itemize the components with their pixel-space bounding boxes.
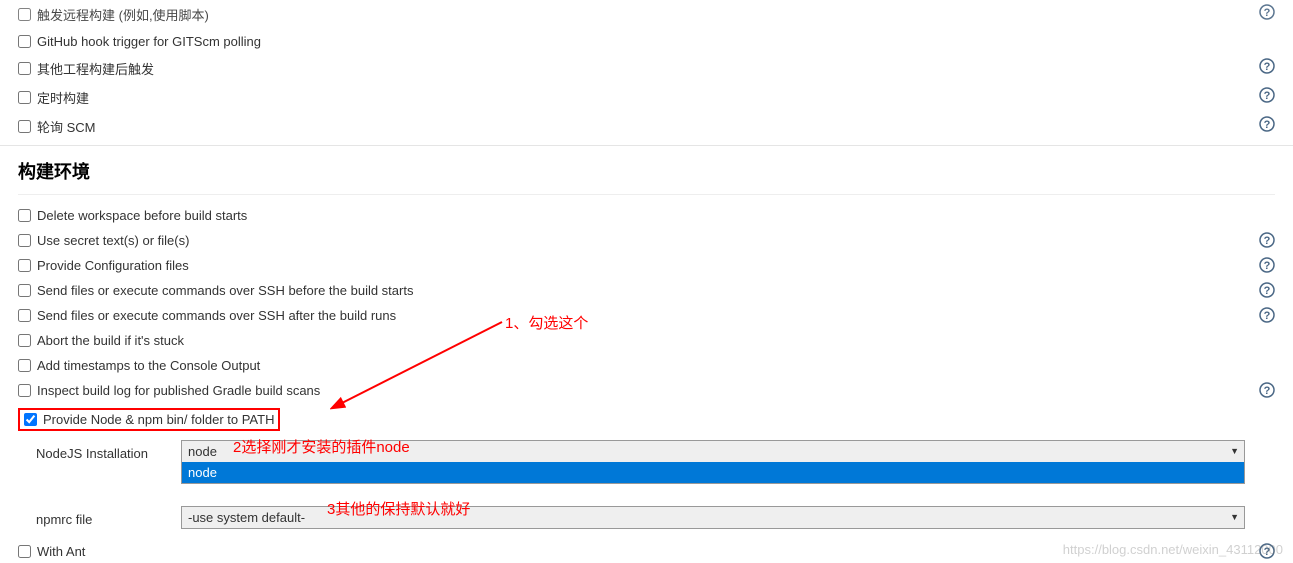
svg-text:?: ?: [1264, 235, 1271, 247]
section-title-build-env: 构建环境: [18, 146, 1275, 195]
npmrc-row: npmrc file -use system default-: [18, 502, 1275, 533]
github-hook-checkbox[interactable]: [18, 35, 31, 48]
svg-text:?: ?: [1264, 119, 1271, 131]
help-icon[interactable]: ?: [1259, 58, 1275, 74]
provide-config-checkbox[interactable]: [18, 259, 31, 272]
trigger-remote-checkbox[interactable]: [18, 8, 31, 21]
npmrc-select[interactable]: -use system default-: [181, 506, 1245, 529]
option-label: Abort the build if it's stuck: [37, 333, 184, 348]
help-icon[interactable]: ?: [1259, 307, 1275, 323]
option-row: Provide Configuration files ?: [18, 253, 1275, 278]
option-label: Inspect build log for published Gradle b…: [37, 383, 320, 398]
option-label: 轮询 SCM: [37, 117, 96, 136]
option-row: Add timestamps to the Console Output: [18, 353, 1275, 378]
svg-text:?: ?: [1264, 7, 1271, 19]
nodejs-select-option[interactable]: node: [182, 462, 1244, 483]
option-label: 触发远程构建 (例如,使用脚本): [37, 5, 209, 24]
help-icon[interactable]: ?: [1259, 282, 1275, 298]
nodejs-installation-control: node node: [181, 440, 1245, 484]
help-icon[interactable]: ?: [1259, 87, 1275, 103]
svg-text:?: ?: [1264, 310, 1271, 322]
option-row: 轮询 SCM ?: [18, 112, 1275, 141]
help-icon[interactable]: ?: [1259, 4, 1275, 20]
option-label: Delete workspace before build starts: [37, 208, 247, 223]
svg-text:?: ?: [1264, 90, 1271, 102]
cron-build-checkbox[interactable]: [18, 91, 31, 104]
option-row: Inspect build log for published Gradle b…: [18, 378, 1275, 403]
nodejs-select[interactable]: node node: [181, 440, 1245, 484]
triggers-section: 触发远程构建 (例如,使用脚本) ? GitHub hook trigger f…: [0, 0, 1293, 141]
option-row: Send files or execute commands over SSH …: [18, 278, 1275, 303]
option-row-provide-node: Provide Node & npm bin/ folder to PATH: [18, 403, 1275, 436]
option-label: With Ant: [37, 544, 85, 559]
option-label: Provide Node & npm bin/ folder to PATH: [43, 412, 274, 427]
with-ant-checkbox[interactable]: [18, 545, 31, 558]
help-icon[interactable]: ?: [1259, 257, 1275, 273]
watermark: https://blog.csdn.net/weixin_43112000: [1063, 542, 1283, 557]
option-row: 触发远程构建 (例如,使用脚本) ?: [18, 0, 1275, 29]
ssh-after-checkbox[interactable]: [18, 309, 31, 322]
nodejs-installation-row: NodeJS Installation node node: [18, 436, 1275, 488]
nodejs-installation-label: NodeJS Installation: [36, 440, 181, 461]
build-env-section: 构建环境 Delete workspace before build start…: [0, 146, 1293, 563]
svg-text:?: ?: [1264, 385, 1271, 397]
abort-stuck-checkbox[interactable]: [18, 334, 31, 347]
option-label: Add timestamps to the Console Output: [37, 358, 260, 373]
svg-text:?: ?: [1264, 61, 1271, 73]
ssh-before-checkbox[interactable]: [18, 284, 31, 297]
npmrc-control: -use system default-: [181, 506, 1245, 529]
option-label: Use secret text(s) or file(s): [37, 233, 189, 248]
timestamps-checkbox[interactable]: [18, 359, 31, 372]
option-row: Delete workspace before build starts: [18, 203, 1275, 228]
poll-scm-checkbox[interactable]: [18, 120, 31, 133]
npmrc-select-wrap: -use system default-: [181, 506, 1245, 529]
option-label: Send files or execute commands over SSH …: [37, 283, 413, 298]
highlight-box: Provide Node & npm bin/ folder to PATH: [18, 408, 280, 431]
option-row: GitHub hook trigger for GITScm polling: [18, 29, 1275, 54]
delete-workspace-checkbox[interactable]: [18, 209, 31, 222]
option-label: 其他工程构建后触发: [37, 59, 154, 78]
after-other-build-checkbox[interactable]: [18, 62, 31, 75]
svg-text:?: ?: [1264, 285, 1271, 297]
gradle-scans-checkbox[interactable]: [18, 384, 31, 397]
page-container: 触发远程构建 (例如,使用脚本) ? GitHub hook trigger f…: [0, 0, 1293, 563]
option-label: Send files or execute commands over SSH …: [37, 308, 396, 323]
help-icon[interactable]: ?: [1259, 232, 1275, 248]
option-row: Use secret text(s) or file(s) ?: [18, 228, 1275, 253]
nodejs-select-current: node: [182, 441, 1244, 462]
option-row: Send files or execute commands over SSH …: [18, 303, 1275, 328]
option-row: 其他工程构建后触发 ?: [18, 54, 1275, 83]
option-label: Provide Configuration files: [37, 258, 189, 273]
svg-text:?: ?: [1264, 260, 1271, 272]
help-icon[interactable]: ?: [1259, 382, 1275, 398]
option-label: GitHub hook trigger for GITScm polling: [37, 34, 261, 49]
npmrc-label: npmrc file: [36, 506, 181, 527]
nodejs-select-wrap: node node: [181, 440, 1245, 484]
option-row: Abort the build if it's stuck: [18, 328, 1275, 353]
help-icon[interactable]: ?: [1259, 116, 1275, 132]
option-row: 定时构建 ?: [18, 83, 1275, 112]
use-secret-checkbox[interactable]: [18, 234, 31, 247]
provide-node-checkbox[interactable]: [24, 413, 37, 426]
option-label: 定时构建: [37, 88, 89, 107]
